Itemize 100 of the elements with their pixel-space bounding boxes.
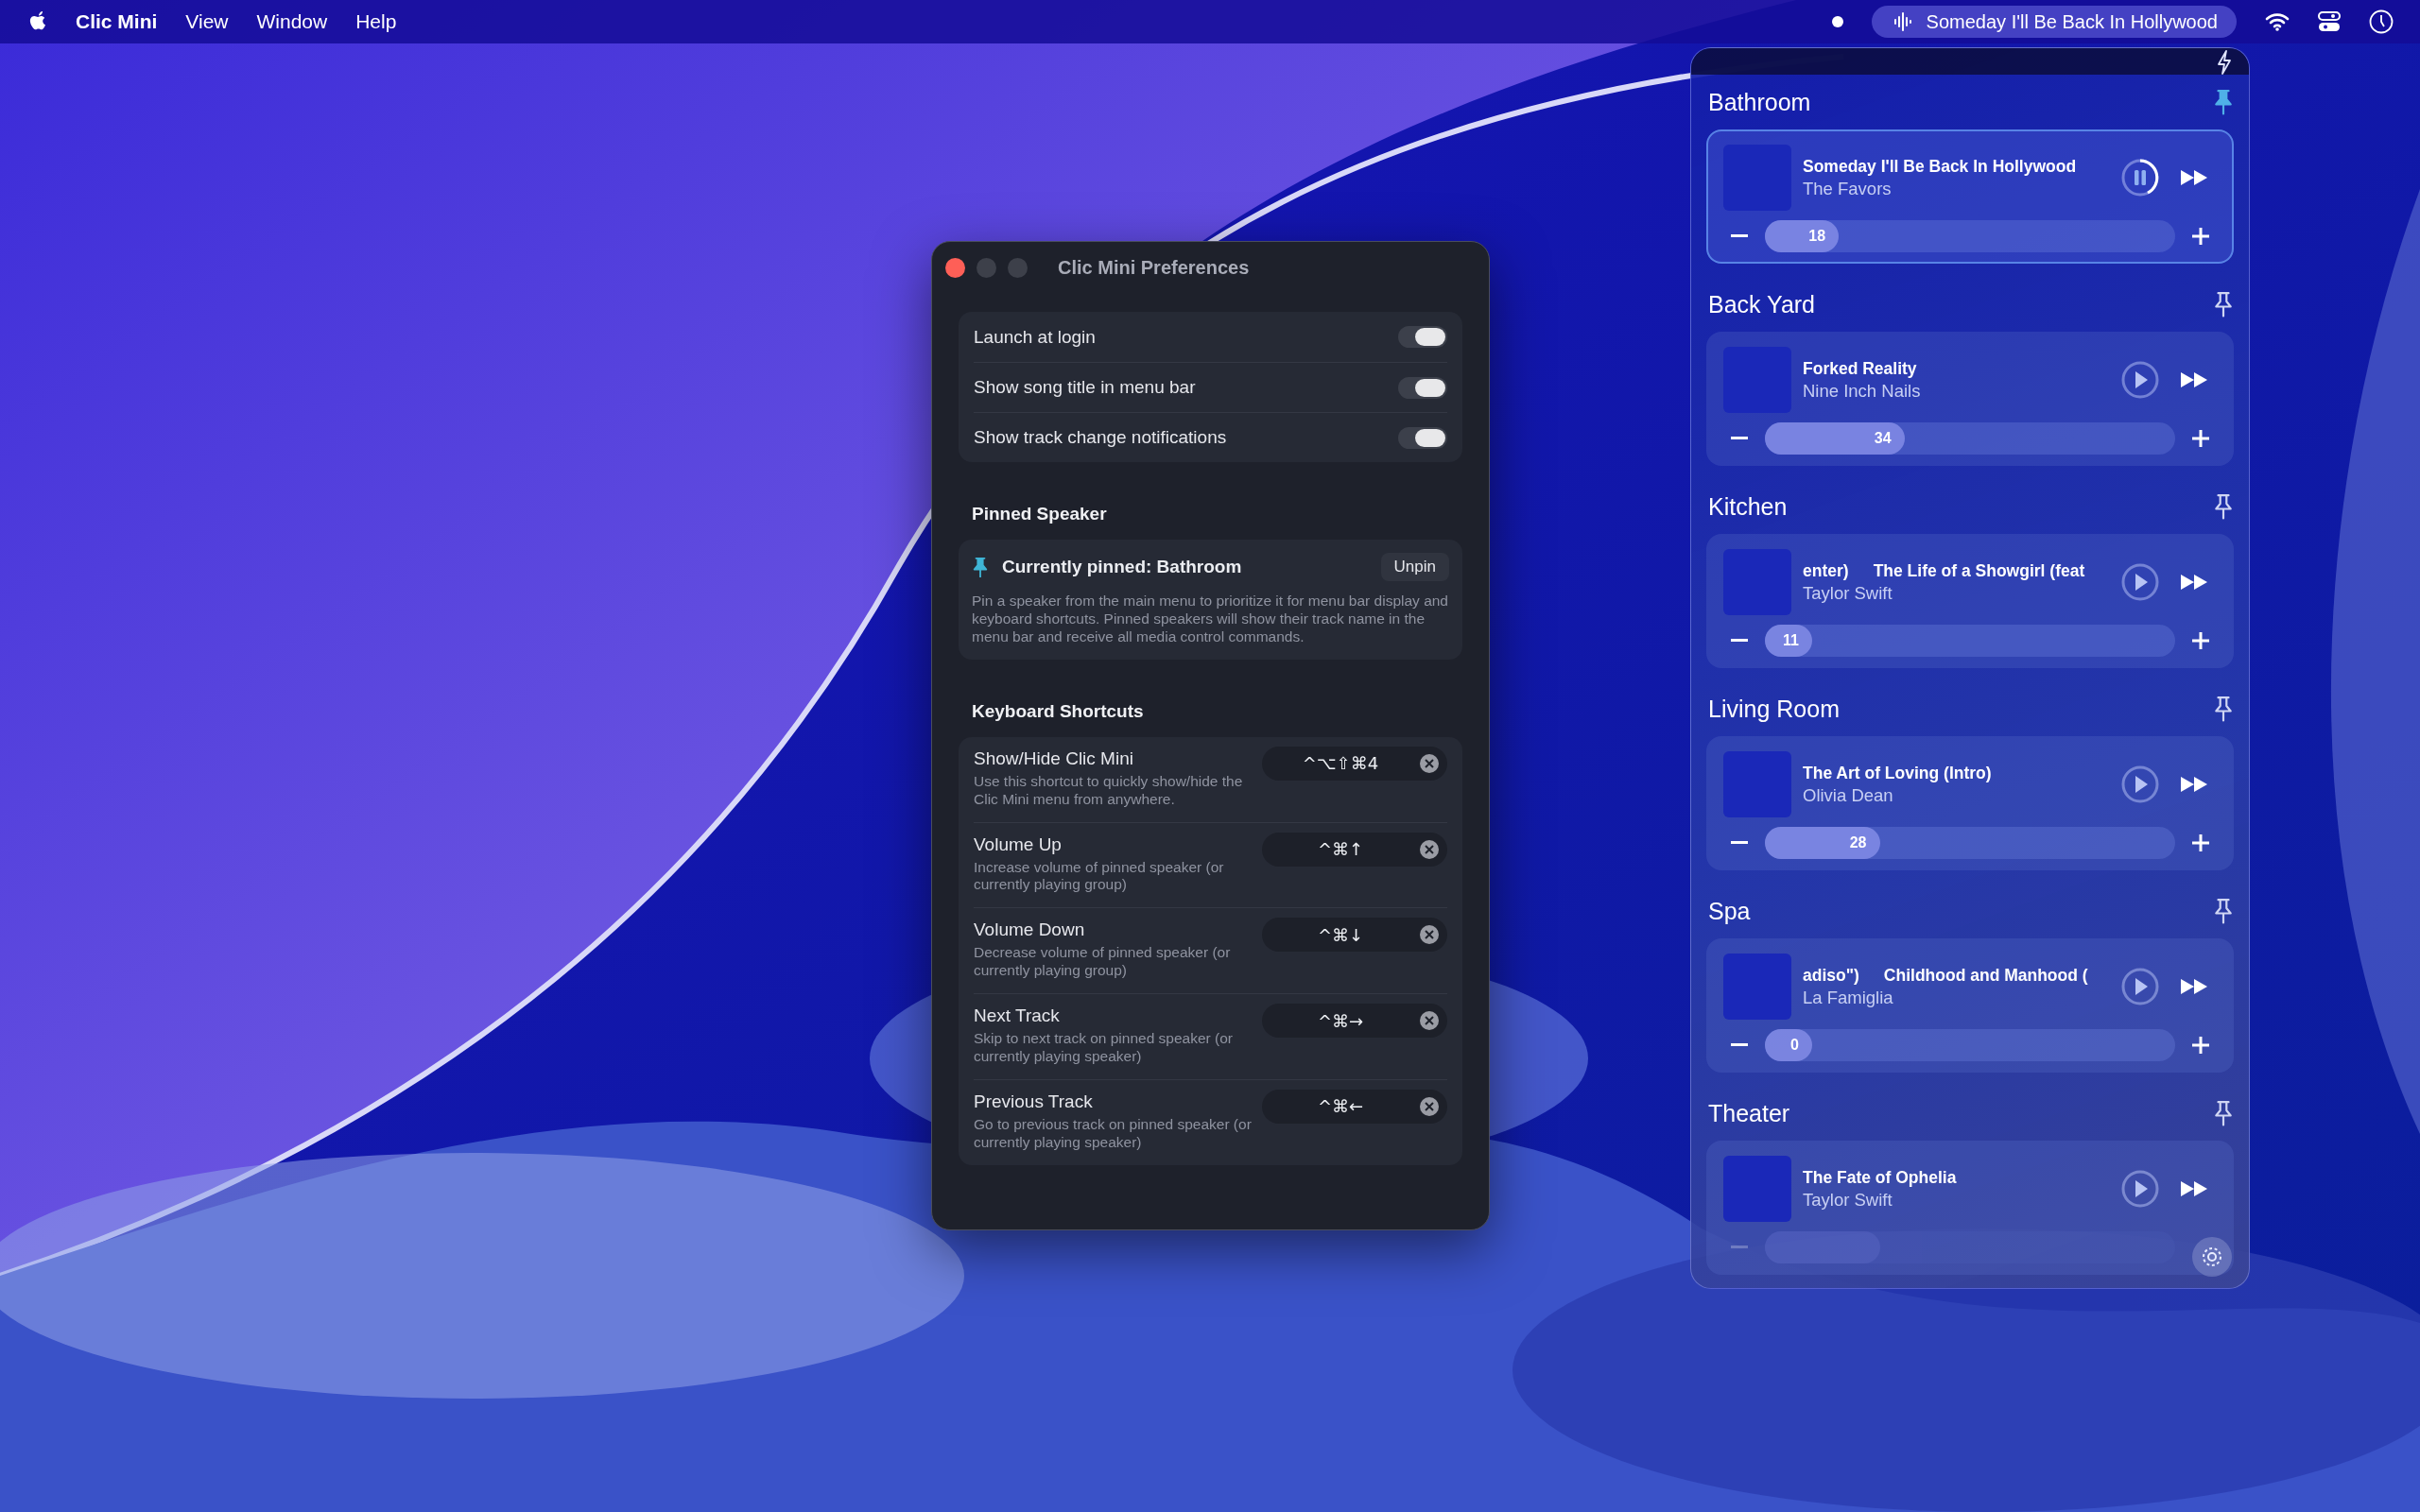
shortcut-field[interactable]: ^⌘←: [1262, 1089, 1447, 1124]
gear-icon: [2200, 1245, 2224, 1269]
shortcut-field[interactable]: ^⌘↑: [1262, 832, 1447, 867]
play-button[interactable]: [2120, 1169, 2160, 1209]
pin-icon[interactable]: [972, 556, 989, 578]
setting-label: Launch at login: [974, 326, 1096, 348]
track-title: Childhood and Manhood (: [1883, 965, 2088, 986]
track-title: The Life of a Showgirl (feat: [1873, 560, 2085, 581]
pause-button[interactable]: [2120, 158, 2160, 198]
shortcut-field[interactable]: ^⌥⇧⌘4: [1262, 746, 1447, 781]
minus-icon: [1731, 639, 1748, 643]
artist-name: La Famiglia: [1803, 987, 1894, 1008]
track-title: Forked Reality: [1803, 358, 1917, 379]
close-button[interactable]: [945, 257, 965, 278]
speaker-card[interactable]: The Fate of Ophelia Taylor Swift: [1706, 1141, 2234, 1275]
speaker-card[interactable]: Forked Reality Nine Inch Nails 34: [1706, 332, 2234, 466]
pin-icon[interactable]: [2213, 1100, 2234, 1126]
shortcut-name: Previous Track: [974, 1091, 1094, 1112]
shortcut-description: Skip to next track on pinned speaker (or currently playing speaker): [974, 1030, 1234, 1066]
shortcut-description: Use this shortcut to quickly show/hide the Clic Mini menu from anywhere.: [974, 772, 1244, 809]
speaker-name: Spa: [1708, 897, 1751, 925]
speaker-card[interactable]: adiso") Childhood and Manhood ( La Famiglia 0: [1706, 938, 2234, 1073]
plus-icon: [2192, 834, 2209, 851]
setting-label: Show song title in menu bar: [974, 377, 1196, 398]
speaker-name: Back Yard: [1708, 290, 1816, 318]
menu-item[interactable]: Help: [355, 10, 397, 33]
shortcut-name: Volume Up: [974, 833, 1063, 855]
shortcut-name: Show/Hide Clic Mini: [974, 747, 1134, 769]
menu-item[interactable]: View: [185, 10, 229, 33]
speaker-card[interactable]: enter) The Life of a Showgirl (feat Taylor Swift 11: [1706, 534, 2234, 668]
minus-icon: [1731, 841, 1748, 845]
plus-icon: [2192, 430, 2209, 447]
shortcut-description: Go to previous track on pinned speaker (or currently playing speaker): [974, 1115, 1253, 1152]
pin-icon[interactable]: [2213, 493, 2234, 520]
speaker-name: Kitchen: [1708, 492, 1788, 521]
clock-icon[interactable]: [2369, 9, 2394, 34]
app-menu[interactable]: Clic Mini: [76, 10, 158, 33]
artist-name: Taylor Swift: [1803, 1189, 1893, 1211]
minus-icon: [1731, 437, 1748, 440]
speaker-name: Living Room: [1708, 695, 1840, 723]
plus-icon: [2192, 1037, 2209, 1054]
pin-icon[interactable]: [2213, 898, 2234, 924]
speaker-card[interactable]: The Art of Loving (Intro) Olivia Dean 28: [1706, 736, 2234, 870]
toggle-switch[interactable]: [1398, 376, 1447, 399]
settings-button[interactable]: [2192, 1237, 2232, 1277]
lightning-icon[interactable]: [2217, 50, 2232, 75]
setting-label: Show track change notifications: [974, 427, 1227, 448]
shortcut-description: Increase volume of pinned speaker (or currently playing group): [974, 858, 1225, 895]
album-art: [1723, 751, 1791, 817]
artist-name: Taylor Swift: [1803, 582, 1893, 604]
shortcut-name: Next Track: [974, 1005, 1061, 1027]
minus-icon: [1731, 1246, 1748, 1249]
shortcut-field[interactable]: ^⌘↓: [1262, 918, 1447, 953]
now-playing-pill[interactable]: Someday I'll Be Back In Hollywood: [1871, 6, 2237, 38]
unpin-button[interactable]: Unpin: [1380, 553, 1449, 581]
shortcut-field[interactable]: ^⌘→: [1262, 1004, 1447, 1039]
clear-icon[interactable]: [1419, 924, 1440, 946]
album-art: [1723, 549, 1791, 615]
play-button[interactable]: [2120, 360, 2160, 400]
track-title: enter): [1803, 560, 1849, 581]
clear-icon[interactable]: [1419, 1010, 1440, 1032]
track-title: The Fate of Ophelia: [1803, 1167, 1957, 1188]
pin-icon[interactable]: [2213, 291, 2234, 318]
waveform-icon: [1892, 11, 1913, 32]
pinned-speaker-label: Currently pinned: Bathroom: [1002, 557, 1243, 577]
window-title: Clic Mini Preferences: [1058, 256, 1250, 279]
track-title: The Art of Loving (Intro): [1803, 763, 1992, 783]
play-button[interactable]: [2120, 967, 2160, 1006]
track-title: adiso"): [1803, 965, 1859, 986]
status-dot: [1831, 16, 1843, 27]
track-title: Someday I'll Be Back In Hollywood: [1803, 156, 2077, 177]
pinned-description: Pin a speaker from the main menu to prioritize it for menu bar display and keyboard shortcuts. Pinned speakers will show their track name in the menu bar and receive all media control commands.: [972, 593, 1449, 646]
wifi-icon[interactable]: [2265, 12, 2290, 31]
control-center-icon[interactable]: [2318, 11, 2341, 32]
play-button[interactable]: [2120, 765, 2160, 804]
toggle-switch[interactable]: [1398, 426, 1447, 449]
album-art: [1723, 954, 1791, 1020]
clear-icon[interactable]: [1419, 838, 1440, 860]
speaker-name: Theater: [1708, 1099, 1790, 1127]
minus-icon: [1731, 1043, 1748, 1047]
pin-icon[interactable]: [2213, 89, 2234, 115]
shortcut-description: Decrease volume of pinned speaker (or currently playing group): [974, 944, 1232, 981]
shortcut-name: Volume Down: [974, 919, 1086, 941]
artist-name: Nine Inch Nails: [1803, 380, 1922, 402]
plus-icon: [2192, 228, 2209, 245]
artist-name: Olivia Dean: [1803, 784, 1894, 806]
album-art: [1723, 1156, 1791, 1222]
clear-icon[interactable]: [1419, 752, 1440, 774]
section-heading: Pinned Speaker: [972, 504, 1108, 524]
speaker-name: Bathroom: [1708, 88, 1811, 116]
clear-icon[interactable]: [1419, 1095, 1440, 1117]
toggle-switch[interactable]: [1398, 326, 1447, 348]
menu-item[interactable]: Window: [256, 10, 328, 33]
pin-icon[interactable]: [2213, 696, 2234, 722]
minus-icon: [1731, 234, 1748, 238]
speaker-card[interactable]: Someday I'll Be Back In Hollywood The Favors 18: [1706, 129, 2234, 264]
plus-icon: [2192, 632, 2209, 649]
play-button[interactable]: [2120, 562, 2160, 602]
artist-name: The Favors: [1803, 178, 1893, 199]
section-heading: Keyboard Shortcuts: [972, 700, 1145, 722]
